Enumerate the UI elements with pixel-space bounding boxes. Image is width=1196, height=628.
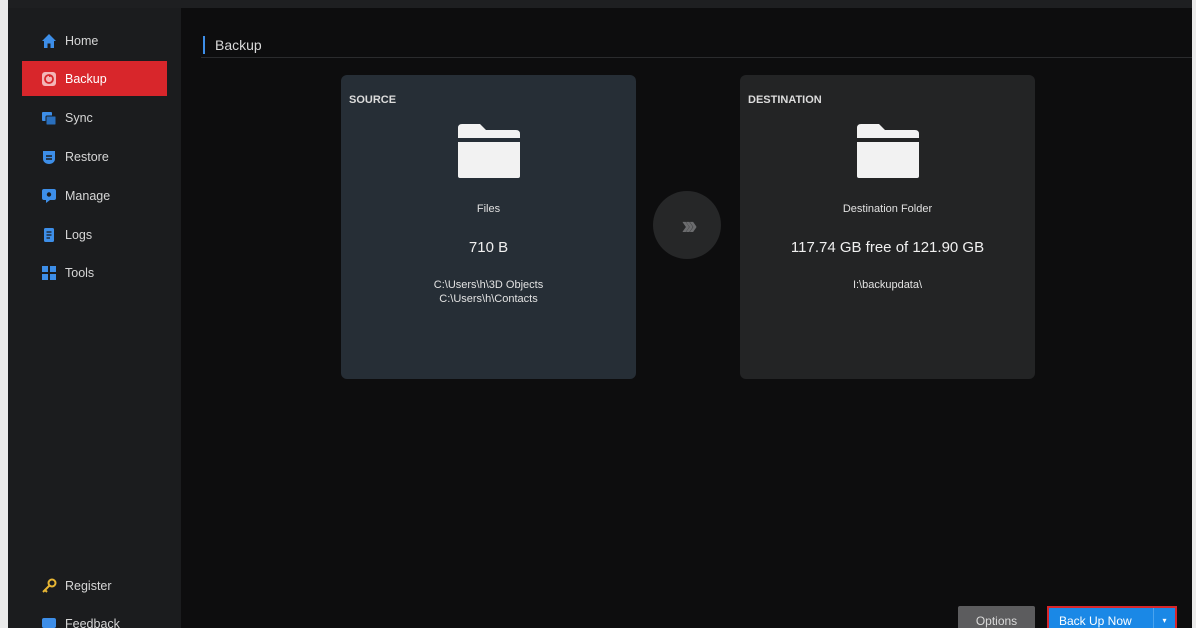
source-card[interactable]: SOURCE Files 710 B C:\Users\h\3D Objects…: [341, 75, 636, 379]
back-up-now-label: Back Up Now: [1059, 614, 1132, 628]
folder-icon: [856, 124, 919, 178]
sidebar-item-label: Tools: [65, 265, 95, 280]
sidebar-item-tools[interactable]: Tools: [22, 255, 167, 290]
sidebar-item-label: Home: [65, 33, 99, 48]
sync-icon: [40, 109, 57, 126]
destination-label: DESTINATION: [748, 94, 822, 106]
title-bar: [8, 0, 1192, 8]
title-divider: [201, 57, 1192, 58]
sidebar-item-logs[interactable]: Logs: [22, 217, 167, 252]
source-path: C:\Users\h\3D Objects: [433, 279, 544, 291]
sidebar-item-label: Manage: [65, 188, 111, 203]
sidebar-item-backup[interactable]: Backup: [22, 61, 167, 96]
destination-name: Destination Folder: [842, 203, 933, 215]
page-title: Backup: [203, 36, 262, 54]
source-size: 710 B: [468, 239, 509, 256]
sidebar-item-label: Sync: [65, 110, 93, 125]
feedback-icon: [40, 615, 57, 628]
sidebar-item-label: Feedback: [65, 616, 120, 628]
back-up-now-button[interactable]: Back Up Now ▾: [1047, 606, 1177, 628]
backup-icon: [40, 70, 57, 87]
destination-size: 117.74 GB free of 121.90 GB: [790, 239, 985, 256]
sidebar-item-label: Register: [65, 578, 112, 593]
home-icon: [40, 32, 57, 49]
logs-icon: [40, 226, 57, 243]
arrow-icon: ›››: [653, 191, 721, 259]
sidebar: Home Backup Sync Restore Manage Logs Too…: [8, 8, 181, 628]
sidebar-item-sync[interactable]: Sync: [22, 100, 167, 135]
chevron-down-icon[interactable]: ▾: [1153, 608, 1175, 628]
source-label: SOURCE: [349, 94, 397, 106]
manage-icon: [40, 187, 57, 204]
sidebar-item-label: Restore: [65, 149, 109, 164]
restore-icon: [40, 148, 57, 165]
options-button-label: Options: [975, 614, 1018, 628]
key-icon: [40, 577, 57, 594]
sidebar-item-home[interactable]: Home: [22, 23, 167, 58]
destination-path: I:\backupdata\: [852, 279, 923, 291]
destination-card[interactable]: DESTINATION Destination Folder 117.74 GB…: [740, 75, 1035, 379]
main-panel: Backup SOURCE Files 710 B C:\Users\h\3D …: [183, 8, 1192, 628]
app-window: Home Backup Sync Restore Manage Logs Too…: [8, 0, 1192, 628]
sidebar-item-manage[interactable]: Manage: [22, 178, 167, 213]
tools-icon: [40, 264, 57, 281]
options-button[interactable]: Options: [958, 606, 1035, 628]
sidebar-item-label: Backup: [65, 71, 107, 86]
sidebar-item-feedback[interactable]: Feedback: [22, 606, 167, 628]
sidebar-item-label: Logs: [65, 227, 93, 242]
sidebar-item-restore[interactable]: Restore: [22, 139, 167, 174]
source-name: Files: [476, 203, 501, 215]
source-path: C:\Users\h\Contacts: [439, 293, 538, 305]
folder-icon: [457, 124, 520, 178]
sidebar-item-register[interactable]: Register: [22, 568, 167, 603]
